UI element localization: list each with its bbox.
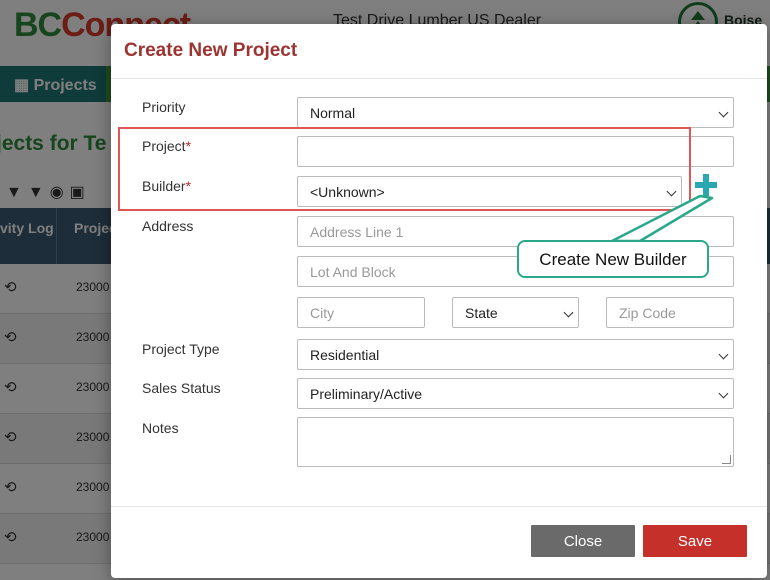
create-new-builder-callout: Create New Builder: [517, 240, 709, 278]
callout-pointer-icon: [610, 194, 714, 243]
